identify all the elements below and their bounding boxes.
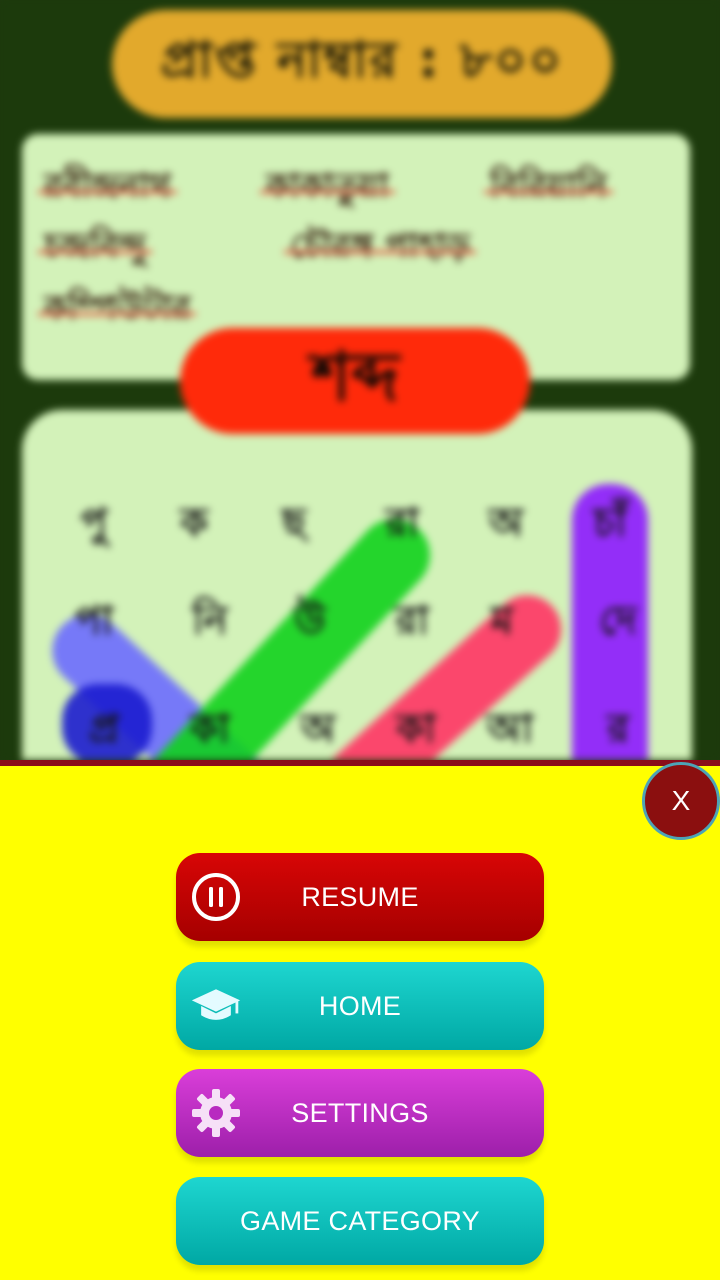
graduation-cap-icon (190, 980, 242, 1032)
grid-cell[interactable]: অ (278, 690, 358, 760)
settings-button[interactable]: SETTINGS (176, 1069, 544, 1157)
grid-cell[interactable]: পু (54, 484, 134, 564)
close-button[interactable]: X (642, 762, 720, 840)
grid-cell[interactable]: র (578, 690, 658, 760)
found-word: চন্দ্রবিন্দু (38, 220, 152, 277)
score-display: প্রাপ্ত নাম্বার : ৮০০ (112, 10, 612, 118)
score-label: প্রাপ্ত নাম্বার : ৮০০ (160, 30, 564, 89)
grid-cell[interactable]: উ (270, 582, 350, 662)
letter-grid: পু ক ছ রা অ চাঁ পা নি উ রা ম দে প্র কা অ… (22, 410, 692, 760)
grid-cell[interactable]: চাঁ (570, 484, 650, 564)
game-title-text: শব্দ (311, 338, 399, 417)
found-word: রবীন্দ্রনাথ (37, 160, 178, 217)
pause-circle-icon (190, 871, 242, 923)
grid-cell[interactable]: পা (54, 582, 134, 662)
grid-cell[interactable]: অ (466, 484, 546, 564)
game-background: প্রাপ্ত নাম্বার : ৮০০ রবীন্দ্রনাথ কাকাতু… (0, 0, 720, 760)
grid-cell[interactable]: ক (154, 484, 234, 564)
grid-cell[interactable]: ম (462, 582, 542, 662)
grid-cell[interactable]: দে (578, 582, 658, 662)
grid-cell[interactable]: কা (170, 690, 250, 760)
grid-cell[interactable]: ছ (254, 484, 334, 564)
game-category-label: GAME CATEGORY (240, 1205, 480, 1236)
found-word: কাকাতুয়া (260, 160, 395, 217)
grid-cell[interactable]: রা (362, 484, 442, 564)
game-category-button[interactable]: GAME CATEGORY (176, 1177, 544, 1265)
close-label: X (671, 785, 691, 816)
resume-label: RESUME (301, 881, 419, 912)
found-word: চৌরঙ্গ পাহাড় (284, 220, 476, 277)
grid-cell[interactable]: নি (170, 582, 250, 662)
grid-cell[interactable]: প্র (64, 690, 144, 760)
found-word: বিরিয়ানি (484, 160, 613, 217)
grid-cell[interactable]: কা (376, 690, 456, 760)
gear-icon (190, 1087, 242, 1139)
home-label: HOME (318, 990, 402, 1021)
home-button[interactable]: HOME (176, 962, 544, 1050)
resume-button[interactable]: RESUME (176, 853, 544, 941)
settings-label: SETTINGS (291, 1097, 429, 1128)
grid-cell[interactable]: রা (372, 582, 452, 662)
game-title: শব্দ (180, 328, 530, 434)
found-word: কম্পিউটার (37, 282, 197, 339)
grid-cell[interactable]: আ (470, 690, 550, 760)
